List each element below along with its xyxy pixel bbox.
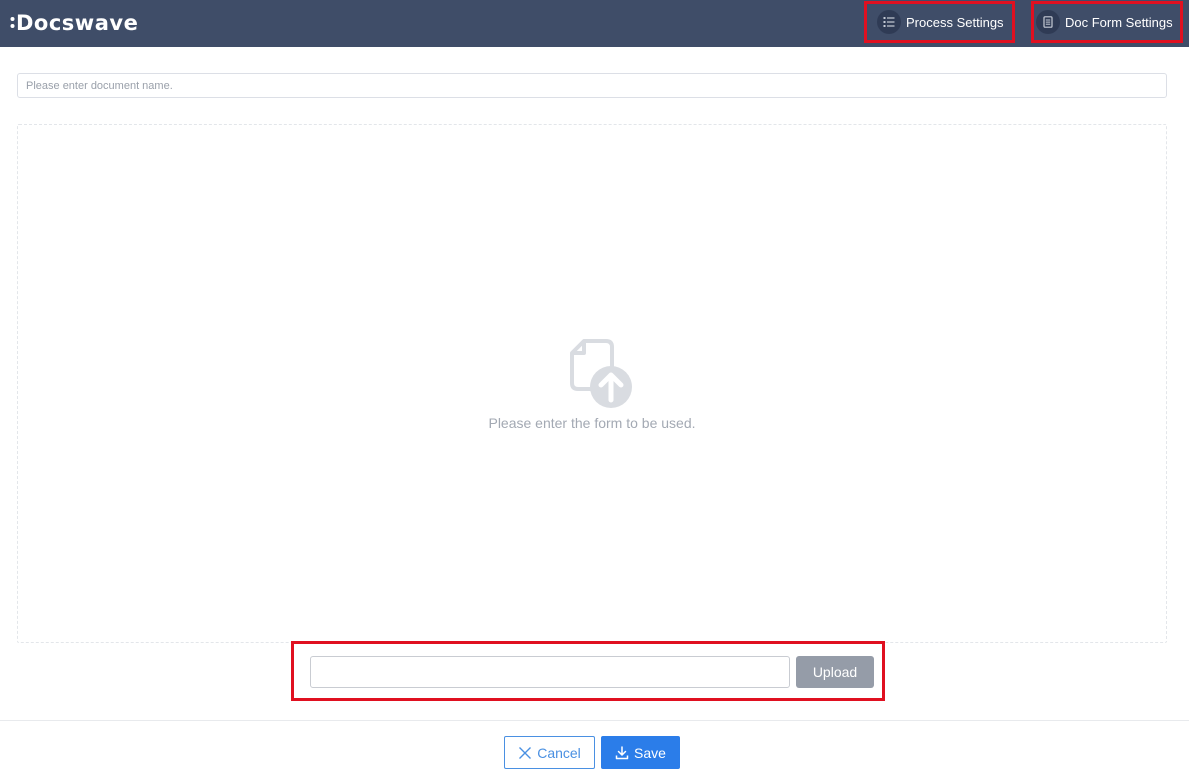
download-icon	[615, 745, 629, 759]
logo-text: Docswave	[16, 11, 139, 35]
logo[interactable]: Docswave	[10, 8, 138, 38]
process-settings-highlight	[864, 1, 1015, 43]
upload-file-input[interactable]	[310, 656, 790, 688]
logo-dots-icon	[10, 8, 15, 38]
footer-divider	[0, 720, 1189, 721]
form-dropzone[interactable]: Please enter the form to be used.	[17, 124, 1167, 643]
close-icon	[519, 746, 532, 759]
save-button[interactable]: Save	[601, 736, 680, 769]
upload-button[interactable]: Upload	[796, 656, 874, 688]
doc-form-settings-highlight	[1031, 1, 1183, 43]
cancel-label: Cancel	[537, 744, 581, 761]
file-upload-icon	[570, 339, 632, 408]
save-label: Save	[634, 744, 666, 761]
cancel-button[interactable]: Cancel	[504, 736, 595, 769]
upload-button-label: Upload	[812, 664, 858, 680]
top-bar: Docswave Process Settings Doc Form Setti…	[0, 0, 1189, 47]
document-name-input[interactable]	[17, 73, 1167, 98]
dropzone-message: Please enter the form to be used.	[488, 415, 696, 431]
